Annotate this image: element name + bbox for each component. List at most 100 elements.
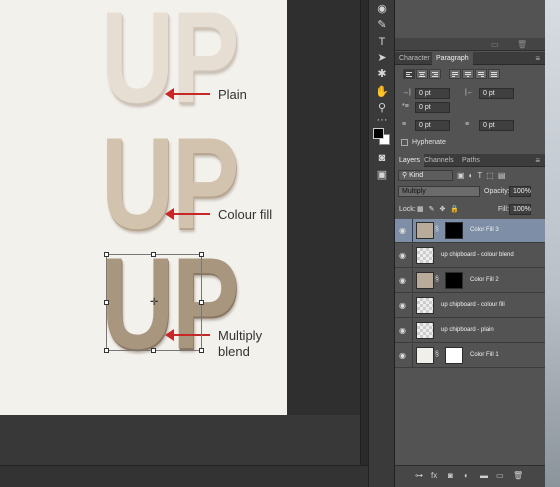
layer-name: up chipboard - colour fill (441, 302, 505, 308)
transform-handle-br[interactable] (199, 348, 204, 353)
layer-thumbnail[interactable] (416, 322, 434, 339)
layer-row[interactable]: ◉ § Color Fill 3 (395, 219, 545, 243)
fill-thumbnail[interactable] (416, 272, 434, 289)
foreground-color-swatch[interactable] (373, 128, 384, 139)
transform-handle-tr[interactable] (199, 252, 204, 257)
transform-handle-bl[interactable] (104, 348, 109, 353)
pen-icon[interactable]: ✎ (374, 18, 390, 32)
vertical-scrollbar[interactable] (360, 0, 368, 487)
layers-panel-menu-icon[interactable]: ≡ (535, 154, 540, 167)
indent-right-icon: |← (465, 89, 474, 96)
delete-layer-icon[interactable]: 🗑 (513, 471, 523, 480)
first-line-indent-icon: *≡ (402, 103, 409, 110)
arrow-colour-fill (165, 208, 210, 220)
indent-left-field[interactable]: 0 pt (415, 88, 450, 99)
transform-handle-mr[interactable] (199, 300, 204, 305)
new-icon[interactable]: ▭ (491, 40, 499, 49)
up-letters-colour-fill: UP (101, 110, 240, 256)
opacity-field[interactable]: 100% (509, 186, 531, 197)
eye-icon[interactable]: ◉ (399, 326, 406, 335)
fill-field[interactable]: 100% (509, 204, 531, 215)
first-line-indent-field[interactable]: 0 pt (415, 102, 450, 113)
tab-character[interactable]: Character (395, 52, 434, 65)
hyphenate-checkbox[interactable] (401, 139, 408, 146)
mask-thumbnail[interactable] (445, 347, 463, 364)
up-letters-plain: UP (101, 0, 240, 130)
mask-thumbnail[interactable] (445, 272, 463, 289)
space-after-icon: ≡ (465, 121, 470, 128)
lock-icons[interactable]: ▦✎✥🔒 (417, 205, 464, 213)
align-right-button[interactable] (429, 69, 441, 79)
align-left-button[interactable] (403, 69, 415, 79)
transform-handle-tl[interactable] (104, 252, 109, 257)
indent-right-field[interactable]: 0 pt (479, 88, 514, 99)
screen-mode-icon[interactable]: ▣ (374, 168, 390, 182)
custom-shape-icon[interactable]: ✱ (374, 67, 390, 81)
new-layer-icon[interactable]: ▭ (496, 471, 504, 480)
pasteboard (0, 415, 368, 465)
eye-icon[interactable]: ◉ (399, 301, 406, 310)
eye-icon[interactable]: ◉ (399, 251, 406, 260)
fill-label: Fill: (498, 206, 509, 213)
tab-paragraph[interactable]: Paragraph (432, 52, 473, 65)
link-icon[interactable]: § (435, 351, 439, 358)
layer-thumbnail[interactable] (416, 297, 434, 314)
transform-handle-tc[interactable] (151, 252, 156, 257)
workspace: UP UP UP Plain Colour fill Multiply blen… (0, 0, 368, 487)
document-canvas[interactable]: UP UP UP Plain Colour fill Multiply blen… (0, 0, 287, 415)
panel-menu-icon[interactable]: ≡ (535, 52, 540, 65)
eye-icon[interactable]: ◉ (399, 276, 406, 285)
quick-mask-icon[interactable]: ◙ (374, 151, 390, 165)
layers-bottom-bar: ⊶ fx ◙ ◐ ▬ ▭ 🗑 (395, 465, 545, 487)
label-blend: blend (218, 344, 250, 359)
layer-row[interactable]: ◉ up chipboard - plain (395, 319, 545, 343)
mask-thumbnail[interactable] (445, 222, 463, 239)
layer-row[interactable]: ◉ § Color Fill 1 (395, 344, 545, 368)
layer-row[interactable]: ◉ up chipboard - colour fill (395, 294, 545, 318)
paint-bucket-icon[interactable]: ◉ (374, 2, 390, 16)
space-after-field[interactable]: 0 pt (479, 120, 514, 131)
indent-left-icon: →| (402, 89, 411, 96)
layer-row[interactable]: ◉ § Color Fill 2 (395, 269, 545, 293)
new-group-icon[interactable]: ▬ (480, 471, 488, 480)
eye-icon[interactable]: ◉ (399, 226, 406, 235)
transform-handle-bc[interactable] (151, 348, 156, 353)
filter-type-icons[interactable]: ▣◐T⬚▤ (457, 171, 509, 180)
ellipsis-icon[interactable]: ··· (374, 113, 390, 127)
space-before-field[interactable]: 0 pt (415, 120, 450, 131)
justify-last-right-button[interactable] (475, 69, 487, 79)
justify-all-button[interactable] (488, 69, 500, 79)
align-center-button[interactable] (416, 69, 428, 79)
eye-icon[interactable]: ◉ (399, 351, 406, 360)
filter-kind-label: Kind (409, 172, 424, 179)
type-icon[interactable]: T (374, 35, 390, 49)
hand-icon[interactable]: ✋ (374, 85, 390, 99)
trash-icon[interactable]: 🗑 (517, 40, 527, 49)
add-mask-icon[interactable]: ◙ (448, 471, 453, 480)
path-select-icon[interactable]: ➤ (374, 51, 390, 65)
fx-icon[interactable]: fx (431, 471, 437, 480)
link-icon[interactable]: § (435, 276, 439, 283)
space-before-icon: ≡ (402, 121, 407, 128)
layer-thumbnail[interactable] (416, 247, 434, 264)
opacity-label: Opacity: (484, 188, 510, 195)
fill-thumbnail[interactable] (416, 347, 434, 364)
panels-dock: ▭ 🗑 Character Paragraph ≡ →| 0 pt |← 0 p… (395, 0, 545, 487)
adjustment-layer-icon[interactable]: ◐ (464, 471, 469, 480)
link-icon[interactable]: § (435, 226, 439, 233)
layer-row[interactable]: ◉ up chipboard - colour blend (395, 244, 545, 268)
reference-point-icon: ✛ (150, 297, 159, 308)
justify-last-left-button[interactable] (449, 69, 461, 79)
hyphenate-label: Hyphenate (412, 139, 446, 146)
layer-name: Color Fill 3 (470, 227, 499, 233)
horizontal-scrollbar[interactable] (0, 465, 368, 487)
char-para-tabbar: Character Paragraph ≡ (395, 52, 545, 65)
link-layers-icon[interactable]: ⊶ (415, 471, 423, 480)
tab-paths[interactable]: Paths (458, 154, 484, 167)
fill-thumbnail[interactable] (416, 222, 434, 239)
blend-mode-select[interactable]: Multiply (398, 186, 480, 197)
tab-channels[interactable]: Channels (420, 154, 458, 167)
transform-handle-ml[interactable] (104, 300, 109, 305)
justify-last-center-button[interactable] (462, 69, 474, 79)
filter-kind-select[interactable]: ⚲ Kind (398, 170, 453, 181)
